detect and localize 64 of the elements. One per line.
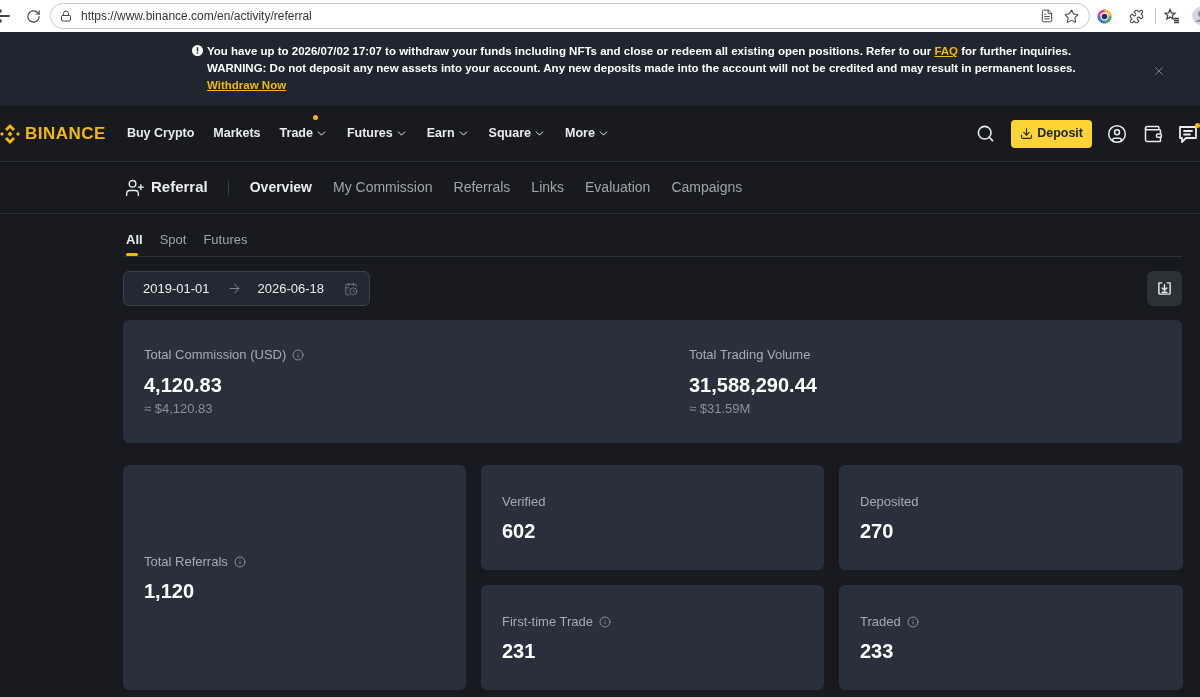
summary-approx: ≈ $31.59M (689, 399, 752, 418)
stat-value: 270 (860, 519, 895, 544)
profile-icon[interactable] (1107, 123, 1127, 144)
summary-label: Total Commission (USD) (144, 346, 287, 364)
deposit-button[interactable]: Deposit (1011, 119, 1092, 148)
withdraw-now-link[interactable]: Withdraw Now (207, 77, 287, 94)
nav-item[interactable]: Trade (279, 124, 328, 143)
stat-label: Deposited (860, 492, 919, 511)
banner-warning: WARNING: Do not deposit any new assets into your account. Any new deposits made into the account will not be credited and may result in permanent losses. (207, 61, 1076, 76)
export-button[interactable] (1147, 271, 1182, 306)
start-date: 2019-01-01 (143, 279, 210, 298)
market-tab[interactable]: All (123, 231, 143, 256)
close-icon[interactable] (1152, 64, 1166, 78)
section-tab[interactable]: Evaluation (585, 177, 651, 198)
download-icon (1020, 127, 1034, 140)
nav-item[interactable]: Square (488, 124, 546, 143)
summary-value: 31,588,290.44 (689, 372, 817, 397)
summary-value: 4,120.83 (144, 372, 223, 397)
back-arrow-icon[interactable] (0, 9, 10, 23)
section-tab[interactable]: Links (531, 177, 565, 198)
search-icon[interactable] (976, 124, 996, 143)
favorites-icon[interactable] (1164, 8, 1180, 24)
colorful-ring-icon[interactable] (1097, 8, 1112, 24)
section-tab[interactable]: Campaigns (671, 177, 743, 198)
stat-value: 602 (502, 519, 537, 544)
reload-icon[interactable] (26, 8, 41, 24)
stat-label: First-time Trade (502, 612, 593, 631)
nav-item[interactable]: Markets (213, 124, 261, 143)
reader-icon[interactable] (1040, 9, 1054, 23)
end-date: 2026-06-18 (257, 279, 324, 298)
market-tab[interactable]: Futures (200, 231, 248, 256)
extensions-icon[interactable] (1129, 8, 1144, 24)
export-icon (1157, 281, 1172, 296)
summary-label: Total Trading Volume (689, 346, 811, 364)
banner-message: You have up to 2026/07/02 17:07 to withdraw your funds including NFTs and close or redeem all existing open positions. Refer to our FAQ for further inquiries. (207, 44, 1073, 59)
summary-approx: ≈ $4,120.83 (144, 399, 214, 418)
arrow-right-icon (226, 281, 242, 296)
stat-label: Traded (860, 612, 901, 631)
calendar-icon[interactable] (344, 281, 358, 296)
section-tab[interactable]: My Commission (332, 177, 433, 198)
lock-icon[interactable] (60, 10, 72, 22)
stat-label: Verified (502, 492, 546, 511)
stat-label: Total Referrals (144, 552, 228, 571)
nav-item[interactable]: Futures (346, 124, 408, 143)
url-text: https://www.binance.com/en/activity/referral (81, 8, 312, 25)
user-plus-icon (125, 177, 145, 198)
market-tab[interactable]: Spot (156, 231, 187, 256)
faq-link[interactable]: FAQ (934, 45, 959, 57)
messages-icon[interactable] (1178, 122, 1200, 145)
wallet-icon[interactable] (1143, 123, 1163, 144)
section-title: Referral (151, 177, 208, 198)
section-tab[interactable]: Overview (249, 177, 312, 198)
nav-item[interactable]: Buy Crypto (126, 124, 195, 143)
logo-text[interactable]: BINANCE (25, 120, 106, 147)
stat-value: 1,120 (144, 579, 196, 604)
alert-icon (192, 45, 203, 56)
stat-value: 233 (860, 639, 895, 664)
logo-icon (0, 123, 20, 144)
stat-value: 231 (502, 639, 537, 664)
star-icon[interactable] (1064, 8, 1079, 24)
nav-item[interactable]: More (564, 124, 610, 143)
section-tab[interactable]: Referrals (453, 177, 511, 198)
date-range-field[interactable]: 2019-01-01 2026-06-18 (123, 271, 370, 306)
nav-item[interactable]: Earn (426, 124, 470, 143)
